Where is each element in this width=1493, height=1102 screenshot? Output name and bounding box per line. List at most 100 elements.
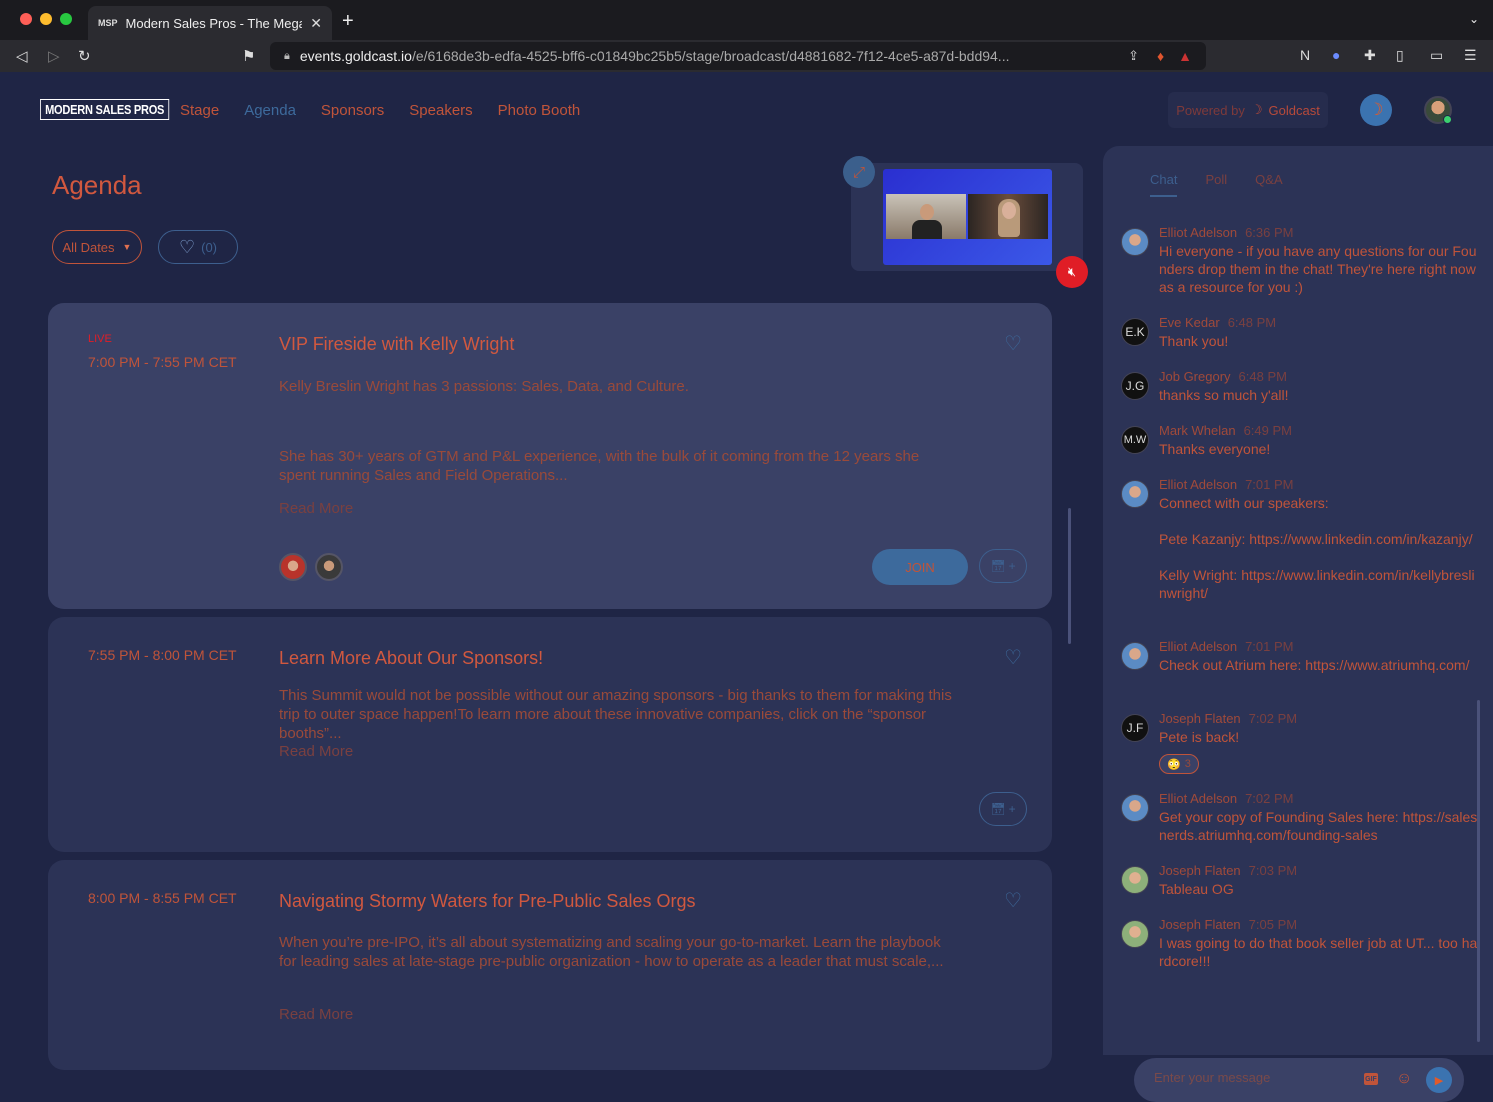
avatar[interactable]: E.K [1121,318,1149,346]
nav-photo-booth[interactable]: Photo Booth [498,102,581,119]
message-input[interactable] [1154,1070,1354,1085]
favorite-heart-icon[interactable]: ♡ [1004,645,1022,670]
speaker-video-2 [968,194,1048,239]
timestamp: 7:01 PM [1245,639,1294,654]
reload-icon[interactable]: ↻ [78,47,91,65]
author-name: Elliot Adelson [1159,791,1238,806]
extensions-puzzle-icon[interactable]: ✚ [1364,47,1376,64]
tab-list-chevron-icon[interactable]: ⌄ [1469,12,1479,26]
message-text: Get your copy of Founding Sales here: ht… [1159,809,1478,843]
read-more-link[interactable]: Read More [279,1006,353,1023]
timestamp: 7:02 PM [1245,791,1294,806]
author-name: Elliot Adelson [1159,477,1238,492]
author-name: Elliot Adelson [1159,639,1238,654]
nav-stage[interactable]: Stage [180,102,219,119]
session-title[interactable]: Navigating Stormy Waters for Pre-Public … [279,891,695,912]
muted-speaker-icon[interactable]: 🔇︎ [1056,256,1088,288]
read-more-link[interactable]: Read More [279,500,353,517]
avatar[interactable] [1121,480,1149,508]
address-bar[interactable]: 🔒︎ events.goldcast.io/e/6168de3b-edfa-45… [270,42,1206,70]
browser-tab[interactable]: MSP Modern Sales Pros - The Mega ✕ [88,6,332,40]
bookmark-icon[interactable]: ⚑ [242,47,255,65]
add-to-calendar-button[interactable]: 📅︎ + [979,549,1027,583]
menu-icon[interactable]: ☰ [1464,47,1477,64]
read-more-link[interactable]: Read More [279,743,353,760]
agenda-scrollbar[interactable] [1068,508,1071,644]
browser-tab-strip: MSP Modern Sales Pros - The Mega ✕ + ⌄ [0,0,1493,40]
avatar[interactable] [1121,920,1149,948]
avatar[interactable]: J.G [1121,372,1149,400]
maximize-window-button[interactable] [60,13,72,25]
tab-qa[interactable]: Q&A [1255,172,1282,197]
theme-toggle-moon-icon[interactable]: ☽ [1360,94,1392,126]
video-stream[interactable] [883,169,1052,265]
avatar[interactable]: M.W [1121,426,1149,454]
page-title: Agenda [52,170,142,200]
close-window-button[interactable] [20,13,32,25]
avatar[interactable]: J.F [1121,714,1149,742]
notion-extension-icon[interactable]: N [1300,47,1310,63]
timestamp: 7:05 PM [1248,917,1298,932]
wallet-icon[interactable]: ▭ [1430,47,1443,64]
speaker-avatar[interactable] [279,553,307,581]
timestamp: 7:03 PM [1248,863,1298,878]
new-tab-icon[interactable]: + [342,10,354,33]
avatar[interactable] [1121,794,1149,822]
window-controls [20,13,72,25]
minimize-window-button[interactable] [40,13,52,25]
favorites-filter-button[interactable]: ♡ (0) [158,230,238,264]
nav-speakers[interactable]: Speakers [409,102,472,119]
session-card[interactable]: 7:55 PM - 8:00 PM CET Learn More About O… [48,617,1052,852]
lock-icon: 🔒︎ [284,49,290,62]
heart-icon: ♡ [178,236,196,257]
sidebar-icon[interactable]: ▯ [1396,47,1404,64]
extension-icon[interactable]: ● [1332,47,1340,63]
send-icon[interactable]: ▶ [1426,1067,1452,1093]
favorite-heart-icon[interactable]: ♡ [1004,888,1022,913]
speaker-avatar[interactable] [315,553,343,581]
nav-sponsors[interactable]: Sponsors [321,102,384,119]
forward-icon[interactable]: ▷ [48,47,60,65]
powered-by-badge[interactable]: Powered by ☽ Goldcast [1168,92,1328,128]
live-badge: LIVE [88,333,112,345]
picture-in-picture-player[interactable] [851,163,1083,271]
add-to-calendar-button[interactable]: 📅︎ + [979,792,1027,826]
gif-icon[interactable]: GIF [1364,1073,1378,1085]
message-text: Pete is back! [1159,729,1240,745]
author-name: Joseph Flaten [1159,863,1241,878]
timestamp: 6:49 PM [1243,423,1292,438]
emoji-icon[interactable]: ☺ [1396,1070,1412,1088]
session-title[interactable]: VIP Fireside with Kelly Wright [279,334,514,355]
plus-icon: + [1008,802,1016,816]
join-button[interactable]: JOIN [872,549,968,585]
session-card[interactable]: 8:00 PM - 8:55 PM CET Navigating Stormy … [48,860,1052,1070]
session-card[interactable]: LIVE 7:00 PM - 7:55 PM CET VIP Fireside … [48,303,1052,609]
tab-poll[interactable]: Poll [1205,172,1227,197]
nav-agenda[interactable]: Agenda [244,102,296,119]
url-host: events.goldcast.io [299,48,412,64]
session-description: Kelly Breslin Wright has 3 passions: Sal… [279,378,689,395]
tab-favicon: MSP [98,18,118,28]
back-icon[interactable]: ◁ [16,47,28,65]
logo[interactable]: MODERN SALES PROS [40,99,170,120]
message-text: I was going to do that book seller job a… [1159,935,1478,969]
avatar[interactable] [1121,866,1149,894]
all-dates-dropdown[interactable]: All Dates ▼ [52,230,142,264]
session-description-more: She has 30+ years of GTM and P&L experie… [279,448,920,484]
brave-rewards-icon[interactable]: ▲ [1178,48,1192,64]
expand-icon[interactable]: ⤢ [843,156,875,188]
avatar[interactable] [1121,228,1149,256]
session-time: 7:00 PM - 7:55 PM CET [88,354,237,370]
url-path: /e/6168de3b-edfa-4525-bff6-c01849bc25b5/… [411,48,1010,64]
reaction-chip[interactable]: 😳 3 [1159,754,1199,774]
favorite-heart-icon[interactable]: ♡ [1004,331,1022,356]
tab-chat[interactable]: Chat [1150,172,1178,197]
user-avatar[interactable] [1424,96,1452,124]
chat-scrollbar[interactable] [1477,700,1480,1042]
avatar[interactable] [1121,642,1149,670]
close-tab-icon[interactable]: ✕ [310,15,322,32]
share-icon[interactable]: ⇪ [1128,48,1139,64]
brave-shields-icon[interactable]: ♦ [1157,48,1164,64]
session-title[interactable]: Learn More About Our Sponsors! [279,648,543,669]
session-time: 7:55 PM - 8:00 PM CET [88,647,237,663]
